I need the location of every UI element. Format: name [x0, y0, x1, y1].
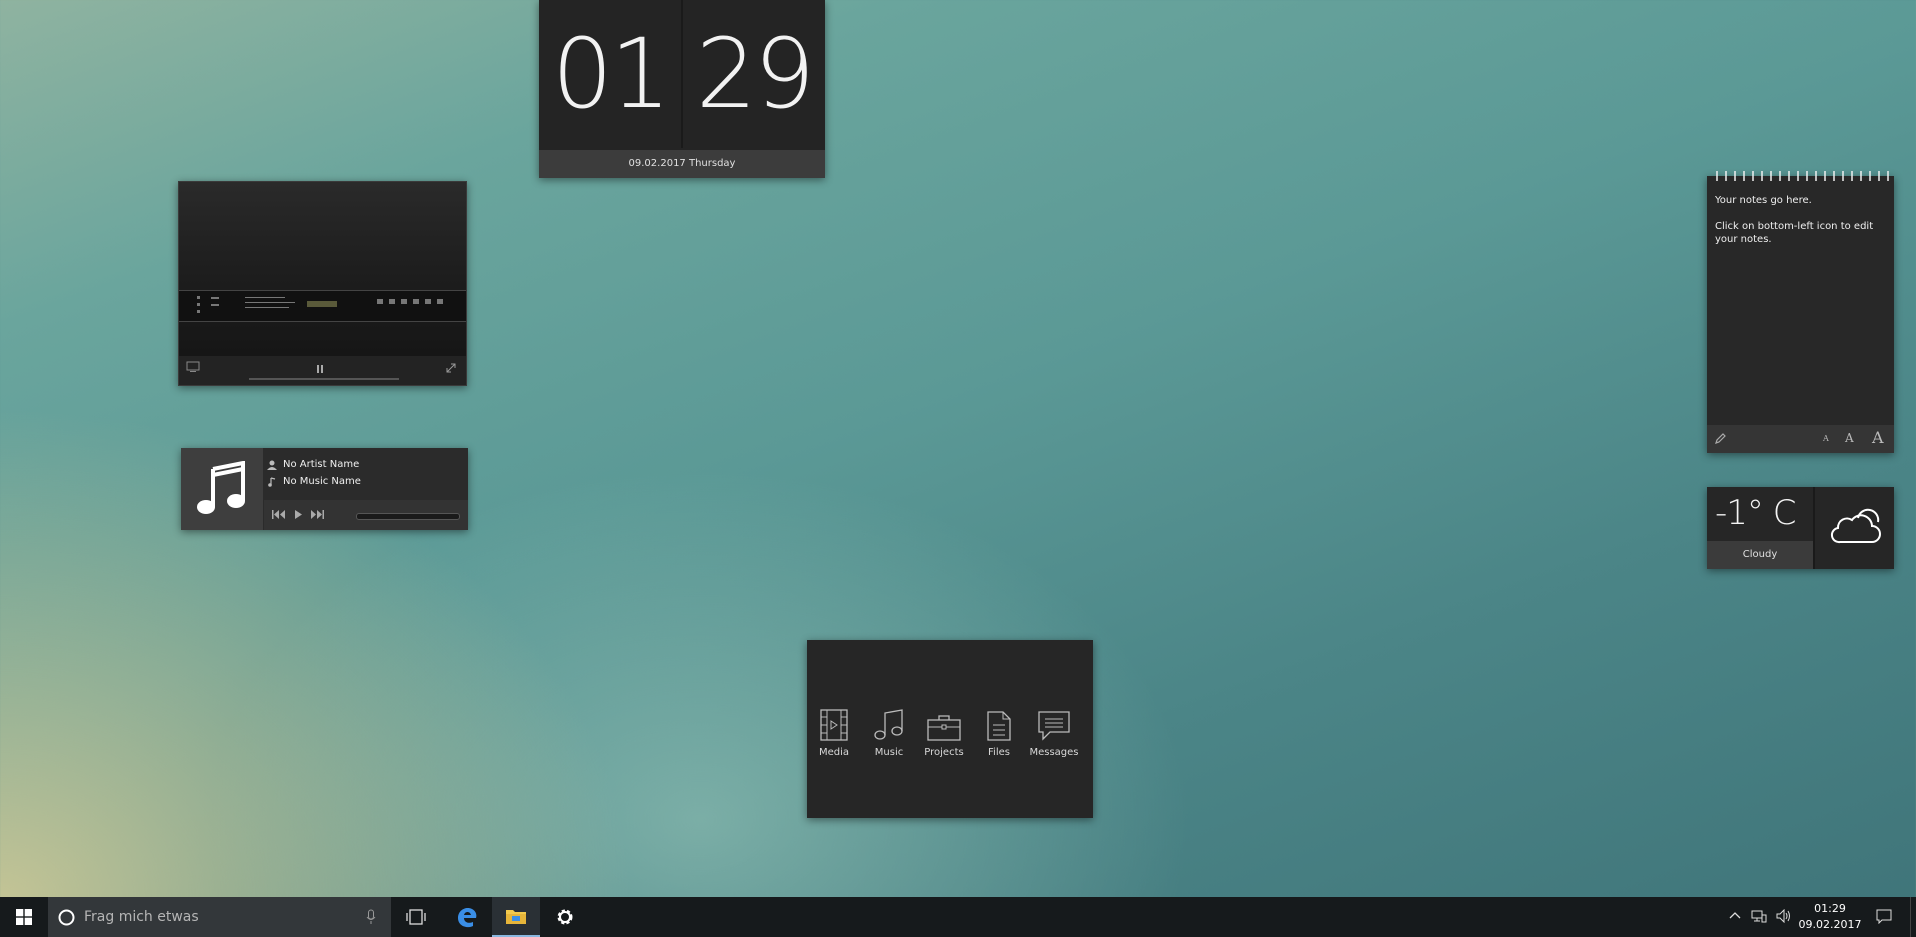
chevron-up-icon[interactable] [1729, 911, 1741, 919]
search-box[interactable]: Frag mich etwas [48, 897, 391, 937]
notepad-rings [1716, 171, 1889, 181]
network-icon[interactable] [1751, 909, 1767, 923]
launcher-widget: Media Music Projects Files Messages [807, 640, 1093, 818]
clock-date: 09.02.2017 Thursday [539, 150, 825, 178]
cortana-icon [58, 909, 75, 926]
person-icon [267, 460, 277, 470]
preview-screen [179, 182, 466, 356]
monitor-icon[interactable] [186, 361, 200, 373]
music-note-icon [874, 709, 904, 741]
clock-widget: 01 29 09.02.2017 Thursday [539, 0, 825, 178]
notes-widget: Your notes go here. Click on bottom-left… [1707, 171, 1894, 453]
album-art [181, 448, 263, 530]
next-icon[interactable] [310, 510, 324, 519]
volume-icon[interactable] [1776, 909, 1792, 923]
launcher-files-label: Files [988, 747, 1010, 758]
windows-start-icon [16, 909, 32, 925]
music-controls [264, 500, 468, 530]
pause-icon[interactable] [316, 364, 324, 374]
message-icon [1038, 711, 1070, 741]
taskbar: Frag mich etwas 01:29 09.02.2017 [0, 897, 1916, 937]
font-large-button[interactable]: A [1872, 428, 1884, 447]
launcher-files[interactable]: Files [974, 705, 1024, 758]
launcher-messages-label: Messages [1029, 747, 1079, 758]
music-player-widget: No Artist Name No Music Name [181, 448, 468, 530]
small-note-icon [267, 476, 277, 487]
edge-button[interactable] [443, 897, 491, 937]
clock-hours: 01 [551, 18, 671, 130]
desktop-preview-widget[interactable] [178, 181, 467, 386]
file-icon [987, 711, 1011, 741]
pencil-icon[interactable] [1714, 432, 1727, 445]
film-icon [820, 709, 848, 741]
clock-minutes: 29 [695, 18, 815, 130]
font-small-button[interactable]: A [1823, 434, 1829, 443]
launcher-media[interactable]: Media [809, 705, 859, 758]
music-note-icon [197, 461, 247, 517]
microphone-icon[interactable] [366, 909, 376, 925]
font-medium-button[interactable]: A [1845, 431, 1854, 445]
tray-time: 01:29 [1814, 902, 1846, 915]
temperature: -1° C [1715, 493, 1796, 533]
title-row: No Music Name [267, 476, 361, 487]
weather-widget: -1° C Cloudy [1707, 487, 1894, 569]
expand-icon[interactable] [445, 362, 457, 374]
settings-icon [555, 907, 575, 927]
show-desktop-button[interactable] [1910, 897, 1916, 937]
tray-date: 09.02.2017 [1798, 918, 1862, 931]
settings-button[interactable] [541, 897, 589, 937]
artist-row: No Artist Name [267, 459, 359, 470]
tray-clock[interactable]: 01:29 09.02.2017 [1797, 901, 1863, 933]
cloud-icon [1828, 508, 1882, 548]
preview-thumbnail-strip [179, 290, 466, 322]
launcher-messages[interactable]: Messages [1029, 705, 1079, 758]
briefcase-icon [927, 713, 961, 741]
file-explorer-button[interactable] [492, 897, 540, 937]
previous-icon[interactable] [272, 510, 286, 519]
launcher-music-label: Music [874, 747, 904, 758]
play-icon[interactable] [294, 510, 302, 519]
track-title: No Music Name [283, 476, 361, 487]
search-input[interactable]: Frag mich etwas [84, 897, 199, 937]
progress-bar[interactable] [356, 513, 460, 520]
task-view-icon [406, 909, 426, 925]
action-center-icon[interactable] [1876, 909, 1892, 924]
weather-icon-box [1815, 487, 1894, 569]
launcher-music[interactable]: Music [864, 705, 914, 758]
weather-condition: Cloudy [1707, 541, 1813, 569]
file-explorer-icon [505, 907, 527, 925]
launcher-media-label: Media [818, 747, 850, 758]
launcher-projects-label: Projects [924, 747, 964, 758]
notes-line-2: Click on bottom-left icon to edit your n… [1715, 221, 1874, 245]
notes-toolbar: A A A [1707, 425, 1894, 453]
launcher-projects[interactable]: Projects [919, 705, 969, 758]
artist-name: No Artist Name [283, 459, 360, 470]
task-view-button[interactable] [392, 897, 440, 937]
preview-toolbar [179, 356, 466, 385]
notes-line-1: Your notes go here. [1715, 195, 1812, 206]
start-button[interactable] [0, 897, 48, 937]
edge-icon [456, 906, 478, 928]
